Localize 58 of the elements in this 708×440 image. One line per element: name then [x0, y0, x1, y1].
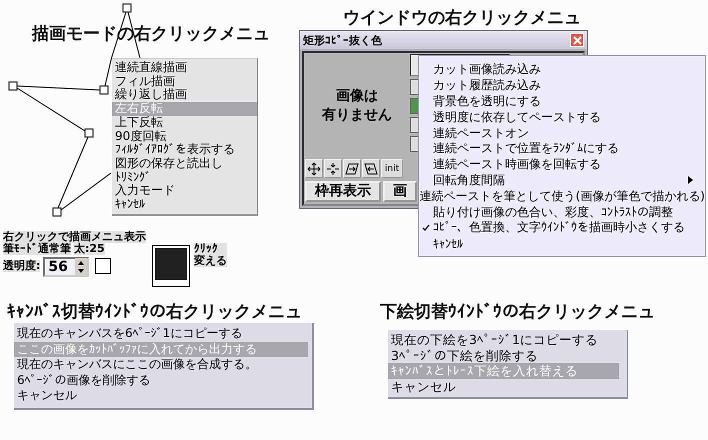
- menu-item[interactable]: 上下反転: [112, 116, 257, 130]
- opacity-label: 透明度:: [3, 260, 40, 272]
- section-title: ウインドウの右クリックメニュ: [343, 7, 581, 29]
- menu-item[interactable]: 現在のキャンバスにここの画像を合成する。: [14, 357, 312, 372]
- node-handle[interactable]: [122, 4, 132, 12]
- menu-item[interactable]: カット画像読み込み: [419, 62, 705, 78]
- close-icon: [572, 34, 582, 46]
- close-button[interactable]: [570, 33, 584, 47]
- menu-item[interactable]: フィル描画: [112, 74, 257, 88]
- menu-item[interactable]: 入力モード: [112, 184, 257, 198]
- section-title: 下絵切替ｳｲﾝﾄﾞｳの右クリックメニュ: [380, 301, 655, 323]
- menu-item[interactable]: 背景色を透明にする: [419, 94, 705, 110]
- brush-size-text: 太:25: [74, 243, 105, 255]
- menu-item[interactable]: ｺﾋﾟｰ、色置換、文字ｳｲﾝﾄﾞｳを描画時小さくする: [419, 220, 705, 236]
- menu-item[interactable]: 図形の保存と読出し: [112, 156, 257, 171]
- move-arrows-icon[interactable]: [305, 159, 323, 178]
- menu-item[interactable]: 連続ペーストを筆として使う(画像が筆色で描かれる): [419, 188, 705, 204]
- checkbox[interactable]: [95, 258, 112, 274]
- node-handle[interactable]: [84, 128, 94, 138]
- menu-item[interactable]: 繰り返し描画: [112, 88, 257, 102]
- node-handle[interactable]: [100, 86, 108, 94]
- menu-item[interactable]: キャンセル: [14, 388, 312, 404]
- menu-item[interactable]: 3ﾍﾟｰｼﾞの下絵を削除する: [388, 348, 627, 363]
- menu-item[interactable]: 連続ペーストオン: [419, 125, 705, 141]
- menu-item[interactable]: ｷｬﾝｾﾙ: [419, 236, 705, 252]
- init-button[interactable]: init: [381, 159, 403, 178]
- menu-item[interactable]: キャンセル: [388, 378, 627, 394]
- spinner-arrows-icon[interactable]: [75, 258, 88, 276]
- window-button[interactable]: 枠再表示: [305, 181, 381, 202]
- menu-item[interactable]: ｷｬﾝｾﾙ: [112, 198, 257, 212]
- color-swatch[interactable]: [152, 245, 190, 287]
- menu-item[interactable]: 6ﾍﾟｰｼﾞの画像を削除する: [14, 372, 312, 388]
- number-field[interactable]: 56: [43, 257, 90, 277]
- menu-item[interactable]: 連続直線描画: [112, 61, 257, 75]
- menu-item[interactable]: ﾄﾘﾐﾝｸﾞ: [112, 170, 257, 184]
- brush-mode-text: 筆ﾓｰﾄﾞ通常筆: [3, 243, 71, 255]
- menu-item[interactable]: 透明度に依存してペーストする: [419, 109, 705, 126]
- menu-item[interactable]: 連続ペースト時画像を回転する: [419, 156, 705, 173]
- window-title: 矩形ｺﾋﾟｰ抜く色: [303, 32, 382, 48]
- section-title: ｷｬﾝﾊﾞｽ切替ｳｲﾝﾄﾞｳの右クリックメニュ: [7, 301, 302, 323]
- menu-item[interactable]: カット履歴読み込み: [419, 78, 705, 94]
- node-handle[interactable]: [8, 82, 18, 90]
- parallelogram-left-icon[interactable]: [362, 159, 380, 178]
- menu-item[interactable]: 現在の下絵を3ﾍﾟｰｼﾞ1にコピーする: [388, 332, 627, 348]
- menu-item[interactable]: 現在のキャンバスを6ﾍﾟｰｼﾞ1にコピーする: [14, 326, 312, 342]
- menu-item[interactable]: 連続ペーストで位置をﾗﾝﾀﾞﾑにする: [419, 140, 705, 157]
- menu-item[interactable]: 90度回転: [112, 130, 257, 144]
- color-hint-text: 変える: [194, 255, 227, 267]
- empty-image-message: 画像は 有りません: [320, 87, 393, 125]
- node-handle[interactable]: [52, 208, 62, 216]
- window-button[interactable]: 画: [383, 181, 417, 202]
- parallelogram-right-icon[interactable]: [343, 159, 361, 178]
- menu-item[interactable]: ﾌｨﾙﾀﾞｲｱﾛｸﾞを表示する: [112, 143, 257, 157]
- shrink-arrows-icon[interactable]: [324, 159, 342, 178]
- color-hint-text: ｸﾘｯｸ: [194, 243, 227, 255]
- menu-item[interactable]: 回転角度間隔: [419, 172, 705, 188]
- hint-text: 右クリックで描画メニュ表示: [3, 231, 146, 243]
- menu-item[interactable]: 貼り付け画像の色合い、彩度、ｺﾝﾄﾗｽﾄの調整: [419, 204, 705, 220]
